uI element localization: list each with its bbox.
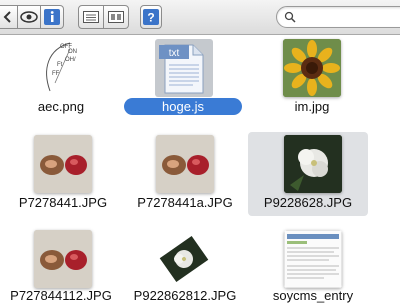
txt-document-icon: txt [159, 44, 204, 94]
file-name[interactable]: P922862812.JPG [115, 288, 255, 303]
help-icon: ? [143, 9, 159, 25]
info-icon [44, 9, 60, 25]
file-icon-im[interactable] [283, 39, 341, 97]
back-button[interactable] [0, 5, 18, 29]
svg-text:ON: ON [68, 49, 77, 55]
webpage-thumbnail-icon [284, 230, 342, 288]
fruit-photo-icon [34, 135, 92, 193]
file-icon-P7278441[interactable] [34, 135, 92, 193]
file-icon-P9228628[interactable] [284, 135, 342, 193]
quicklook-button[interactable] [18, 5, 41, 29]
file-name[interactable]: P7278441.JPG [0, 195, 133, 210]
file-name[interactable]: P9228628.JPG [238, 195, 378, 210]
view-button[interactable] [78, 5, 104, 29]
fruit-photo-icon [34, 230, 92, 288]
cover-icon [108, 11, 124, 23]
svg-text:txt: txt [169, 48, 180, 59]
file-name[interactable]: P7278441a.JPG [115, 195, 255, 210]
file-grid: OFF ON OH/ Ft FF aec.png txt hoge.js im.… [0, 35, 400, 303]
svg-text:Ft: Ft [57, 62, 63, 68]
search-input[interactable] [276, 6, 400, 28]
file-icon-P922862812[interactable] [155, 230, 213, 288]
info-button[interactable] [41, 5, 64, 29]
nav-group [0, 5, 64, 29]
svg-text:?: ? [147, 11, 154, 25]
help-button[interactable]: ? [140, 5, 162, 29]
file-icon-soycms[interactable] [284, 230, 342, 288]
file-name[interactable]: aec.png [0, 99, 131, 114]
file-name[interactable]: P727844112.JPG [0, 288, 131, 303]
quicklook-icon [20, 11, 38, 23]
toolbar: ? [0, 0, 400, 35]
file-icon-hoge[interactable]: txt [155, 39, 213, 97]
file-icon-aec[interactable]: OFF ON OH/ Ft FF [30, 39, 88, 97]
view-group [78, 5, 129, 29]
flower-photo-icon [284, 135, 342, 193]
view-icon [83, 11, 99, 23]
file-name[interactable]: im.jpg [242, 99, 382, 114]
file-name-selected[interactable]: hoge.js [124, 98, 242, 115]
help-group: ? [140, 5, 162, 29]
svg-text:FF: FF [52, 71, 60, 77]
svg-text:OH/: OH/ [65, 57, 76, 63]
cover-button[interactable] [104, 5, 129, 29]
file-icon-P727844112[interactable] [34, 230, 92, 288]
fruit-photo-icon [156, 135, 214, 193]
search-icon [284, 11, 296, 23]
file-name[interactable]: soycms_entry [243, 288, 383, 303]
file-icon-P7278441a[interactable] [156, 135, 214, 193]
rotated-flower-icon [158, 234, 210, 284]
back-icon [3, 11, 11, 23]
sunflower-thumbnail-icon [283, 39, 341, 97]
dial-diagram-icon: OFF ON OH/ Ft FF [46, 42, 77, 92]
